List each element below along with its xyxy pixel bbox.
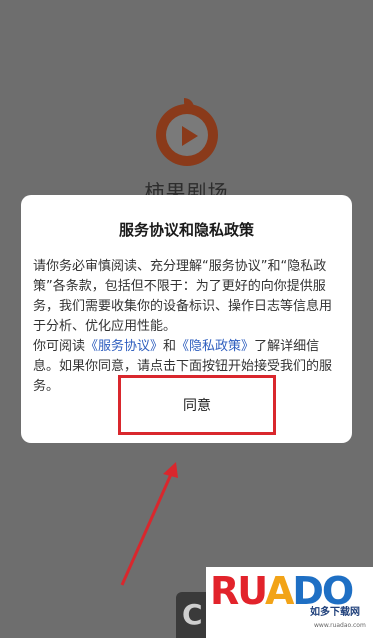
wm-letter-u: U xyxy=(237,569,267,613)
annotation-arrow-icon xyxy=(120,462,178,586)
site-watermark: RUADO 如多下载网 www.ruadao.com xyxy=(206,567,373,638)
wm-letter-a: A xyxy=(264,569,294,613)
wm-letter-r: R xyxy=(210,569,239,613)
watermark-url: www.ruadao.com xyxy=(314,622,366,629)
watermark-subtitle: 如多下载网 xyxy=(310,607,360,618)
arrow-shaft xyxy=(120,471,174,586)
arrow-head xyxy=(163,462,178,478)
